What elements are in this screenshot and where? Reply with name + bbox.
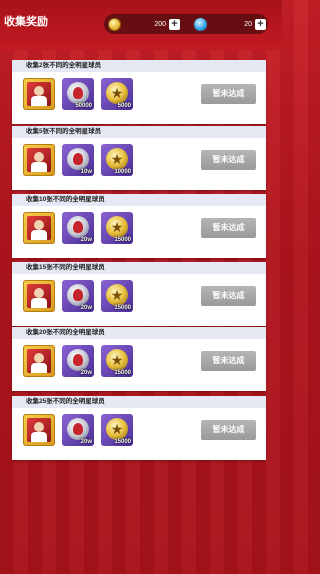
status-button[interactable]: 暂未达成 bbox=[201, 351, 256, 371]
top-header: 收集奖励 200 + 20 + bbox=[0, 0, 282, 50]
player-portrait-icon bbox=[27, 349, 51, 373]
silver-ball-reward[interactable]: 10w bbox=[62, 144, 94, 176]
player-card-reward[interactable] bbox=[23, 280, 55, 312]
reward-items: 50000 5000 bbox=[23, 78, 133, 110]
reward-quantity: 20w bbox=[80, 305, 92, 311]
reward-quantity: 5000 bbox=[117, 103, 131, 109]
silver-ball-icon bbox=[67, 349, 89, 371]
gold-star-reward[interactable]: 15000 bbox=[101, 280, 133, 312]
silver-ball-reward[interactable]: 50000 bbox=[62, 78, 94, 110]
reward-quantity: 15000 bbox=[114, 237, 131, 243]
reward-quantity: 10w bbox=[80, 169, 92, 175]
reward-card: 收集20张不同的全明星球员 20w 15000 暂未达成 bbox=[12, 327, 266, 391]
status-button[interactable]: 暂未达成 bbox=[201, 286, 256, 306]
player-card-reward[interactable] bbox=[23, 212, 55, 244]
gold-star-reward[interactable]: 15000 bbox=[101, 414, 133, 446]
status-button[interactable]: 暂未达成 bbox=[201, 150, 256, 170]
reward-quantity: 20w bbox=[80, 370, 92, 376]
silver-ball-reward[interactable]: 20w bbox=[62, 212, 94, 244]
gold-star-reward[interactable]: 15000 bbox=[101, 212, 133, 244]
reward-quantity: 50000 bbox=[75, 103, 92, 109]
reward-card-title: 收集5张不同的全明星球员 bbox=[12, 126, 266, 138]
reward-card-title: 收集2张不同的全明星球员 bbox=[12, 60, 266, 72]
player-card-reward[interactable] bbox=[23, 144, 55, 176]
reward-quantity: 20w bbox=[80, 439, 92, 445]
player-portrait-icon bbox=[27, 148, 51, 172]
reward-quantity: 15000 bbox=[114, 439, 131, 445]
gem-currency: 20 + bbox=[194, 14, 266, 34]
gold-currency: 200 + bbox=[108, 14, 180, 34]
blue-gem-icon bbox=[194, 17, 207, 31]
status-button[interactable]: 暂未达成 bbox=[201, 218, 256, 238]
player-portrait-icon bbox=[27, 418, 51, 442]
reward-card: 收集2张不同的全明星球员 50000 5000 暂未达成 bbox=[12, 60, 266, 124]
player-card-reward[interactable] bbox=[23, 78, 55, 110]
player-portrait-icon bbox=[27, 216, 51, 240]
player-portrait-icon bbox=[27, 284, 51, 308]
gold-star-reward[interactable]: 10000 bbox=[101, 144, 133, 176]
player-portrait-icon bbox=[27, 82, 51, 106]
reward-quantity: 15000 bbox=[114, 370, 131, 376]
reward-card-title: 收集20张不同的全明星球员 bbox=[12, 327, 266, 339]
reward-card-title: 收集10张不同的全明星球员 bbox=[12, 194, 266, 206]
add-gem-button[interactable]: + bbox=[255, 18, 266, 30]
reward-items: 10w 10000 bbox=[23, 144, 133, 176]
gold-star-icon bbox=[106, 216, 128, 238]
gold-coin-icon bbox=[108, 17, 121, 31]
silver-ball-icon bbox=[67, 148, 89, 170]
reward-quantity: 10000 bbox=[114, 169, 131, 175]
add-gold-button[interactable]: + bbox=[169, 18, 180, 30]
reward-card-title: 收集15张不同的全明星球员 bbox=[12, 262, 266, 274]
currency-bar: 200 + 20 + bbox=[104, 14, 268, 34]
reward-card: 收集15张不同的全明星球员 20w 15000 暂未达成 bbox=[12, 262, 266, 326]
reward-card: 收集25张不同的全明星球员 20w 15000 暂未达成 bbox=[12, 396, 266, 460]
silver-ball-icon bbox=[67, 418, 89, 440]
gold-star-icon bbox=[106, 148, 128, 170]
gold-amount: 200 bbox=[154, 20, 166, 28]
player-card-reward[interactable] bbox=[23, 345, 55, 377]
player-card-reward[interactable] bbox=[23, 414, 55, 446]
status-button[interactable]: 暂未达成 bbox=[201, 84, 256, 104]
gold-star-icon bbox=[106, 349, 128, 371]
reward-card: 收集10张不同的全明星球员 20w 15000 暂未达成 bbox=[12, 194, 266, 258]
silver-ball-icon bbox=[67, 216, 89, 238]
reward-items: 20w 15000 bbox=[23, 212, 133, 244]
reward-items: 20w 15000 bbox=[23, 414, 133, 446]
silver-ball-reward[interactable]: 20w bbox=[62, 280, 94, 312]
reward-card-title: 收集25张不同的全明星球员 bbox=[12, 396, 266, 408]
reward-quantity: 20w bbox=[80, 237, 92, 243]
silver-ball-reward[interactable]: 20w bbox=[62, 414, 94, 446]
gold-star-icon bbox=[106, 418, 128, 440]
gold-star-reward[interactable]: 15000 bbox=[101, 345, 133, 377]
gold-star-reward[interactable]: 5000 bbox=[101, 78, 133, 110]
reward-quantity: 15000 bbox=[114, 305, 131, 311]
reward-card: 收集5张不同的全明星球员 10w 10000 暂未达成 bbox=[12, 126, 266, 190]
reward-items: 20w 15000 bbox=[23, 280, 133, 312]
silver-ball-icon bbox=[67, 82, 89, 104]
page-title: 收集奖励 bbox=[4, 16, 48, 28]
silver-ball-icon bbox=[67, 284, 89, 306]
gold-star-icon bbox=[106, 284, 128, 306]
gem-amount: 20 bbox=[244, 20, 252, 28]
gold-star-icon bbox=[106, 82, 128, 104]
status-button[interactable]: 暂未达成 bbox=[201, 420, 256, 440]
silver-ball-reward[interactable]: 20w bbox=[62, 345, 94, 377]
reward-items: 20w 15000 bbox=[23, 345, 133, 377]
